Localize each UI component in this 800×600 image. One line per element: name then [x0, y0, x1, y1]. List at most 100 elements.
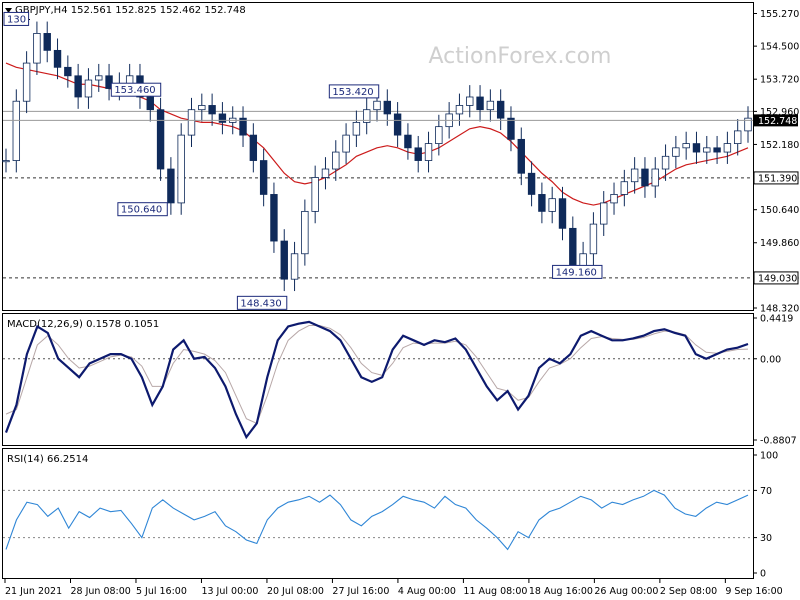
candle-body — [579, 253, 587, 267]
rsi-tick-label: 100 — [760, 451, 778, 462]
candle-body — [198, 105, 206, 111]
price-level-label: 149.030 — [758, 273, 797, 284]
annotation-label: 150.640 — [121, 205, 162, 216]
rsi-header: RSI(14) 66.2514 — [7, 454, 88, 465]
candle-body — [538, 194, 546, 212]
price-tick-label: 153.720 — [760, 75, 799, 86]
price-tick-label: 152.180 — [760, 140, 799, 151]
macd-tick-label: 0.4419 — [760, 314, 793, 325]
x-tick-label: 4 Aug 00:00 — [398, 586, 456, 597]
x-tick-label: 5 Jul 16:00 — [136, 586, 187, 597]
annotation-label: 153.420 — [332, 87, 373, 98]
candle-body — [33, 33, 41, 64]
candle-body — [507, 117, 515, 140]
candle-body — [630, 168, 639, 183]
annotation-label: 130 — [7, 14, 26, 25]
candle-body — [167, 168, 175, 204]
price-tick-label: 150.640 — [760, 205, 799, 216]
candle-body — [569, 227, 577, 267]
x-tick-label: 27 Jul 16:00 — [332, 586, 389, 597]
rsi-tick-label: 0 — [760, 569, 766, 580]
x-tick-label: 26 Aug 00:00 — [594, 586, 658, 597]
candle-body — [661, 155, 670, 170]
candle-body — [64, 66, 72, 77]
candle-body — [558, 198, 567, 229]
macd-tick-label: 0.00 — [760, 354, 781, 365]
annotation-label: 148.430 — [240, 298, 281, 309]
candle-body — [342, 134, 350, 153]
price-level-label: 151.390 — [758, 173, 797, 184]
candle-body — [270, 194, 278, 242]
candle-body — [84, 79, 93, 98]
candle-body — [672, 147, 680, 157]
candle-body — [641, 168, 649, 187]
candle-body — [259, 160, 268, 195]
candle-body — [311, 177, 319, 212]
candle-body — [404, 134, 412, 149]
candle-body — [424, 143, 433, 161]
x-tick-label: 2 Sep 08:00 — [660, 586, 717, 597]
candle-body — [218, 113, 227, 123]
candle-body — [620, 181, 629, 195]
candle-body — [177, 134, 185, 204]
candle-body — [713, 147, 721, 153]
candle-body — [733, 130, 742, 144]
candle-body — [466, 96, 474, 106]
price-tick-label: 155.270 — [760, 9, 799, 20]
candle-body — [517, 138, 525, 174]
candle-body — [95, 75, 103, 81]
current-price-label: 152.748 — [758, 116, 797, 127]
candle-body — [187, 109, 196, 136]
candle-body — [12, 100, 21, 161]
x-tick-label: 21 Jun 2021 — [5, 586, 62, 597]
candle-body — [146, 96, 154, 111]
price-tick-label: 154.500 — [760, 42, 799, 53]
candle-body — [53, 49, 62, 68]
candle-body — [496, 100, 505, 119]
x-tick-label: 18 Aug 16:00 — [529, 586, 593, 597]
candle-body — [22, 62, 31, 102]
candle-body — [352, 122, 361, 136]
macd-header: MACD(12,26,9) 0.1578 0.1051 — [7, 319, 159, 330]
candle-body — [290, 253, 299, 280]
candle-body — [692, 143, 701, 153]
candle-body — [321, 168, 330, 178]
candle-body — [43, 33, 51, 51]
candle-body — [527, 172, 536, 195]
candle-body — [383, 100, 392, 115]
watermark: ActionForex.com — [429, 44, 612, 69]
candle-body — [610, 194, 618, 204]
price-tick-label: 149.860 — [760, 238, 799, 249]
candle-body — [301, 210, 309, 255]
rsi-tick-label: 70 — [760, 486, 772, 497]
candle-body — [280, 240, 288, 280]
x-tick-label: 11 Aug 08:00 — [463, 586, 527, 597]
macd-tick-label: -0.8807 — [760, 436, 797, 447]
candle-body — [435, 126, 443, 144]
candle-body — [476, 96, 484, 111]
candle-body — [548, 198, 556, 212]
rsi-tick-label: 30 — [760, 533, 772, 544]
candle-body — [723, 143, 732, 153]
candle-body — [156, 109, 165, 170]
candle-body — [651, 168, 659, 187]
x-tick-label: 9 Sep 16:00 — [725, 586, 782, 597]
x-tick-label: 13 Jul 00:00 — [201, 586, 258, 597]
candle-body — [414, 147, 422, 161]
annotation-label: 149.160 — [556, 267, 597, 278]
candle-body — [682, 143, 690, 149]
candle-body — [589, 223, 598, 255]
x-tick-label: 28 Jun 08:00 — [70, 586, 130, 597]
x-tick-label: 20 Jul 08:00 — [267, 586, 324, 597]
gbpjpy-h4-chart: ActionForex.com GBPJPY,H4 152.561 152.82… — [0, 0, 800, 600]
candle-body — [703, 147, 711, 153]
symbol-header: GBPJPY,H4 152.561 152.825 152.462 152.74… — [15, 5, 246, 16]
candle-body — [249, 134, 258, 161]
candle-body — [455, 105, 464, 115]
candle-body — [332, 151, 340, 170]
candle-body — [74, 75, 82, 98]
candle-body — [600, 202, 608, 225]
annotation-label: 153.460 — [114, 85, 155, 96]
candle-body — [2, 160, 10, 163]
candle-body — [208, 105, 216, 115]
